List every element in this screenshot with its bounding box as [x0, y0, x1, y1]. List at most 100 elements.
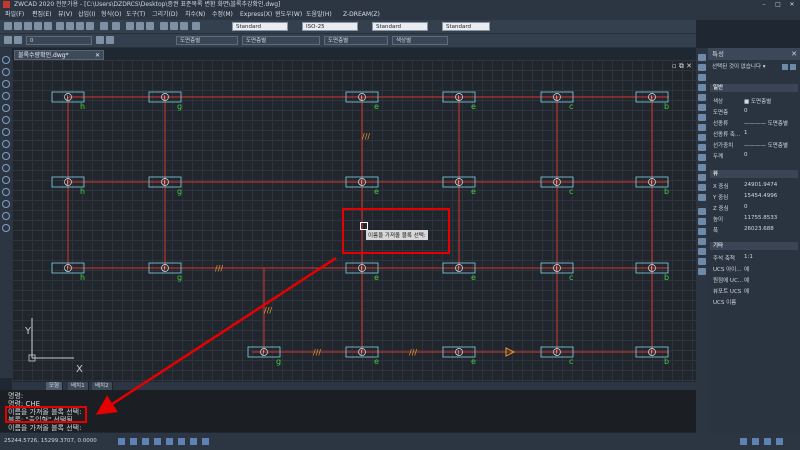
- tolerance-icon[interactable]: [698, 258, 706, 265]
- tab-model[interactable]: 모형: [46, 382, 64, 390]
- dynamic-input-icon[interactable]: [202, 438, 209, 445]
- move-icon[interactable]: [698, 104, 706, 111]
- redo-icon[interactable]: [112, 22, 120, 30]
- grid-toggle-icon[interactable]: [130, 438, 137, 445]
- section-view[interactable]: 뷰: [710, 170, 798, 178]
- erase-icon[interactable]: [698, 54, 706, 61]
- menu-file[interactable]: 파일(F): [5, 9, 24, 20]
- dim-linear-icon[interactable]: [698, 208, 706, 215]
- break-icon[interactable]: [698, 164, 706, 171]
- menu-window[interactable]: 윈도우(W): [275, 9, 302, 20]
- prop-value[interactable]: ———— 도면층별: [744, 141, 788, 149]
- menu-modify[interactable]: 수정(M): [212, 9, 233, 20]
- rectangle-icon[interactable]: [2, 104, 10, 112]
- menu-zdream[interactable]: Z-DREAM(Z): [343, 9, 380, 20]
- lineweight-toggle-icon[interactable]: [190, 438, 197, 445]
- osnap-toggle-icon[interactable]: [166, 438, 173, 445]
- properties-icon[interactable]: [160, 22, 168, 30]
- chamfer-icon[interactable]: [698, 174, 706, 181]
- save-icon[interactable]: [24, 22, 32, 30]
- table-icon[interactable]: [2, 212, 10, 220]
- annotation-scale-icon[interactable]: [740, 438, 747, 445]
- prop-value[interactable]: ■ 도면층별: [744, 97, 771, 105]
- menu-help[interactable]: 도움말(H): [306, 9, 332, 20]
- palette-close-icon[interactable]: ✕: [791, 50, 797, 58]
- linetype-combo[interactable]: 도면층별: [242, 36, 320, 45]
- color-combo[interactable]: 도면층별: [176, 36, 238, 45]
- plotstyle-combo[interactable]: 색상별: [392, 36, 448, 45]
- undo-icon[interactable]: [100, 22, 108, 30]
- ortho-toggle-icon[interactable]: [142, 438, 149, 445]
- close-button[interactable]: ✕: [786, 0, 798, 9]
- rotate-icon[interactable]: [698, 114, 706, 121]
- hatch-icon[interactable]: [2, 188, 10, 196]
- open-icon[interactable]: [14, 22, 22, 30]
- lock-icon[interactable]: [764, 438, 771, 445]
- layer-state-icon[interactable]: [14, 36, 22, 44]
- pan-icon[interactable]: [126, 22, 134, 30]
- stretch-icon[interactable]: [698, 134, 706, 141]
- menu-tools[interactable]: 도구(T): [126, 9, 145, 20]
- make-block-icon[interactable]: [2, 164, 10, 172]
- prop-value[interactable]: 예: [744, 276, 749, 284]
- table-style-combo[interactable]: Standard: [372, 22, 428, 31]
- arc-icon[interactable]: [2, 92, 10, 100]
- polygon-icon[interactable]: [2, 116, 10, 124]
- mirror-icon[interactable]: [698, 74, 706, 81]
- otrack-toggle-icon[interactable]: [178, 438, 185, 445]
- menu-insert[interactable]: 삽입(I): [78, 9, 96, 20]
- trim-icon[interactable]: [698, 144, 706, 151]
- polar-toggle-icon[interactable]: [154, 438, 161, 445]
- explode-icon[interactable]: [698, 194, 706, 201]
- section-general[interactable]: 일반: [710, 84, 798, 92]
- drawing-canvas[interactable]: ▫ ⧉ ✕ JhJgJeJeJcJbJhJgJeJcJbJhJgJeJeJcJb…: [12, 60, 696, 382]
- section-misc[interactable]: 기타: [710, 242, 798, 250]
- point-icon[interactable]: [2, 176, 10, 184]
- text-style-combo[interactable]: Standard: [232, 22, 288, 31]
- toolpalette-icon[interactable]: [180, 22, 188, 30]
- ellipse-icon[interactable]: [2, 140, 10, 148]
- preview-icon[interactable]: [44, 22, 52, 30]
- minimize-button[interactable]: –: [758, 0, 770, 9]
- match-icon[interactable]: [86, 22, 94, 30]
- print-icon[interactable]: [34, 22, 42, 30]
- dim-aligned-icon[interactable]: [698, 218, 706, 225]
- prop-value[interactable]: ———— 도면층별: [744, 119, 788, 127]
- prop-value[interactable]: 예: [744, 287, 749, 295]
- menu-edit[interactable]: 편집(E): [32, 9, 52, 20]
- prop-value[interactable]: 1:1: [744, 254, 753, 260]
- paste-icon[interactable]: [76, 22, 84, 30]
- menu-draw[interactable]: 그리기(D): [152, 9, 178, 20]
- region-icon[interactable]: [2, 200, 10, 208]
- new-icon[interactable]: [4, 22, 12, 30]
- select-objects-icon[interactable]: [790, 64, 796, 70]
- prop-value[interactable]: 1: [744, 130, 748, 136]
- extend-icon[interactable]: [698, 154, 706, 161]
- dim-angular-icon[interactable]: [698, 238, 706, 245]
- help-icon[interactable]: [192, 22, 200, 30]
- dim-radius-icon[interactable]: [698, 228, 706, 235]
- snap-toggle-icon[interactable]: [118, 438, 125, 445]
- zoom-icon[interactable]: [136, 22, 144, 30]
- fillet-icon[interactable]: [698, 184, 706, 191]
- layer-combo[interactable]: 0: [26, 36, 92, 45]
- circle-icon[interactable]: [2, 80, 10, 88]
- zoom-window-icon[interactable]: [146, 22, 154, 30]
- multileader-style-combo[interactable]: Standard: [442, 22, 490, 31]
- polyline-icon[interactable]: [2, 68, 10, 76]
- cut-icon[interactable]: [56, 22, 64, 30]
- tab-layout2[interactable]: 배치2: [92, 382, 113, 390]
- tab-layout1[interactable]: 배치1: [68, 382, 89, 390]
- insert-block-icon[interactable]: [2, 152, 10, 160]
- dim-style-combo[interactable]: ISO-25: [302, 22, 358, 31]
- fullscreen-icon[interactable]: [776, 438, 783, 445]
- command-prompt[interactable]: 이름을 가져올 블록 선택:: [8, 423, 81, 433]
- scale-icon[interactable]: [698, 124, 706, 131]
- copy-icon[interactable]: [66, 22, 74, 30]
- center-mark-icon[interactable]: [698, 268, 706, 275]
- make-current-icon[interactable]: [96, 36, 104, 44]
- layer-previous-icon[interactable]: [106, 36, 114, 44]
- array-icon[interactable]: [698, 94, 706, 101]
- prop-value[interactable]: 0: [744, 108, 748, 114]
- workspace-icon[interactable]: [752, 438, 759, 445]
